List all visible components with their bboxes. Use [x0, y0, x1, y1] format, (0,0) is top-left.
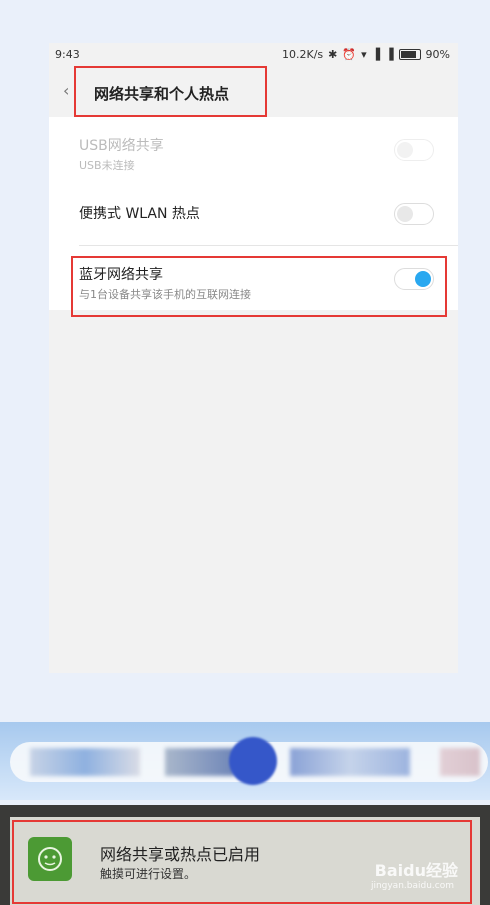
back-arrow-icon[interactable]: ‹ — [63, 81, 69, 100]
battery-icon — [398, 49, 421, 60]
blurred-block — [290, 748, 410, 776]
usb-tethering-item[interactable]: USB网络共享 USB未连接 — [49, 117, 458, 181]
usb-tethering-toggle — [394, 139, 434, 161]
wifi-icon: ▾ — [361, 48, 367, 61]
signal-icon: ▐ — [371, 48, 381, 61]
wlan-hotspot-toggle[interactable] — [394, 203, 434, 225]
title-highlight-box — [74, 66, 267, 117]
network-speed: 10.2K/s — [282, 48, 324, 61]
phone-screen: 9:43 10.2K/s ✱ ⏰ ▾ ▐ ▐ 90% ‹ 网络共享和个人热点 U… — [49, 43, 458, 673]
wlan-hotspot-title: 便携式 WLAN 热点 — [79, 206, 200, 222]
blurred-block — [30, 748, 140, 776]
blurred-dock — [0, 722, 490, 800]
status-bar: 9:43 10.2K/s ✱ ⏰ ▾ ▐ ▐ 90% — [49, 43, 458, 67]
usb-tethering-subtitle: USB未连接 — [79, 159, 135, 172]
usb-tethering-title: USB网络共享 — [79, 138, 164, 154]
notification-highlight-box — [12, 820, 472, 904]
status-icons: 10.2K/s ✱ ⏰ ▾ ▐ ▐ 90% — [282, 48, 450, 61]
blurred-circle — [229, 737, 277, 785]
blurred-block — [440, 748, 480, 776]
status-time: 9:43 — [55, 48, 80, 61]
signal-icon: ▐ — [385, 48, 394, 61]
alarm-icon: ⏰ — [342, 48, 357, 61]
battery-percent: 90% — [425, 48, 450, 61]
bluetooth-highlight-box — [71, 256, 447, 317]
blurred-block — [165, 748, 235, 776]
bluetooth-icon: ✱ — [328, 48, 338, 61]
wlan-hotspot-item[interactable]: 便携式 WLAN 热点 — [49, 181, 458, 245]
